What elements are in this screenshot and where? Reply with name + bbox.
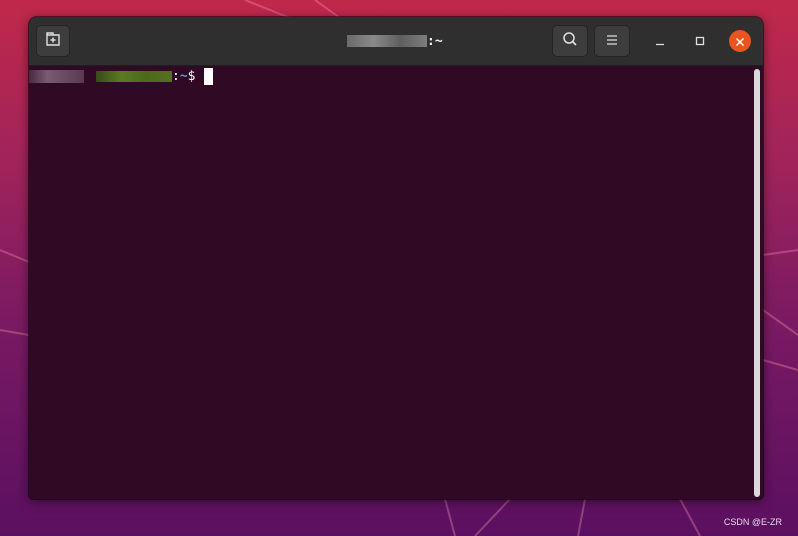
terminal-area[interactable]: : ~ $	[29, 66, 763, 499]
close-button[interactable]	[729, 30, 751, 52]
minimize-icon	[654, 32, 666, 51]
hamburger-menu-icon	[605, 32, 619, 51]
redacted-host	[96, 70, 172, 82]
text-cursor	[204, 67, 214, 85]
search-button[interactable]	[552, 25, 588, 57]
minimize-button[interactable]	[648, 29, 672, 53]
new-tab-button[interactable]	[36, 25, 70, 57]
menu-button[interactable]	[594, 25, 630, 57]
watermark: CSDN @E-ZR	[723, 517, 782, 527]
close-icon	[735, 32, 745, 51]
redacted-username	[347, 35, 427, 47]
terminal-window: :~: ~ $	[29, 17, 763, 499]
maximize-icon	[694, 32, 706, 51]
search-icon	[562, 31, 578, 51]
window-title: :~	[347, 32, 443, 50]
prompt-colon: :	[172, 68, 180, 84]
new-tab-icon	[45, 31, 61, 51]
headerbar: :~	[29, 17, 763, 66]
title-suffix: :~	[427, 33, 443, 49]
scrollbar[interactable]	[754, 69, 760, 497]
prompt-path: ~	[179, 68, 188, 84]
prompt-symbol: $	[187, 68, 196, 84]
redacted-user	[29, 69, 84, 83]
prompt-line: : ~ $	[29, 67, 214, 85]
maximize-button[interactable]	[688, 29, 712, 53]
